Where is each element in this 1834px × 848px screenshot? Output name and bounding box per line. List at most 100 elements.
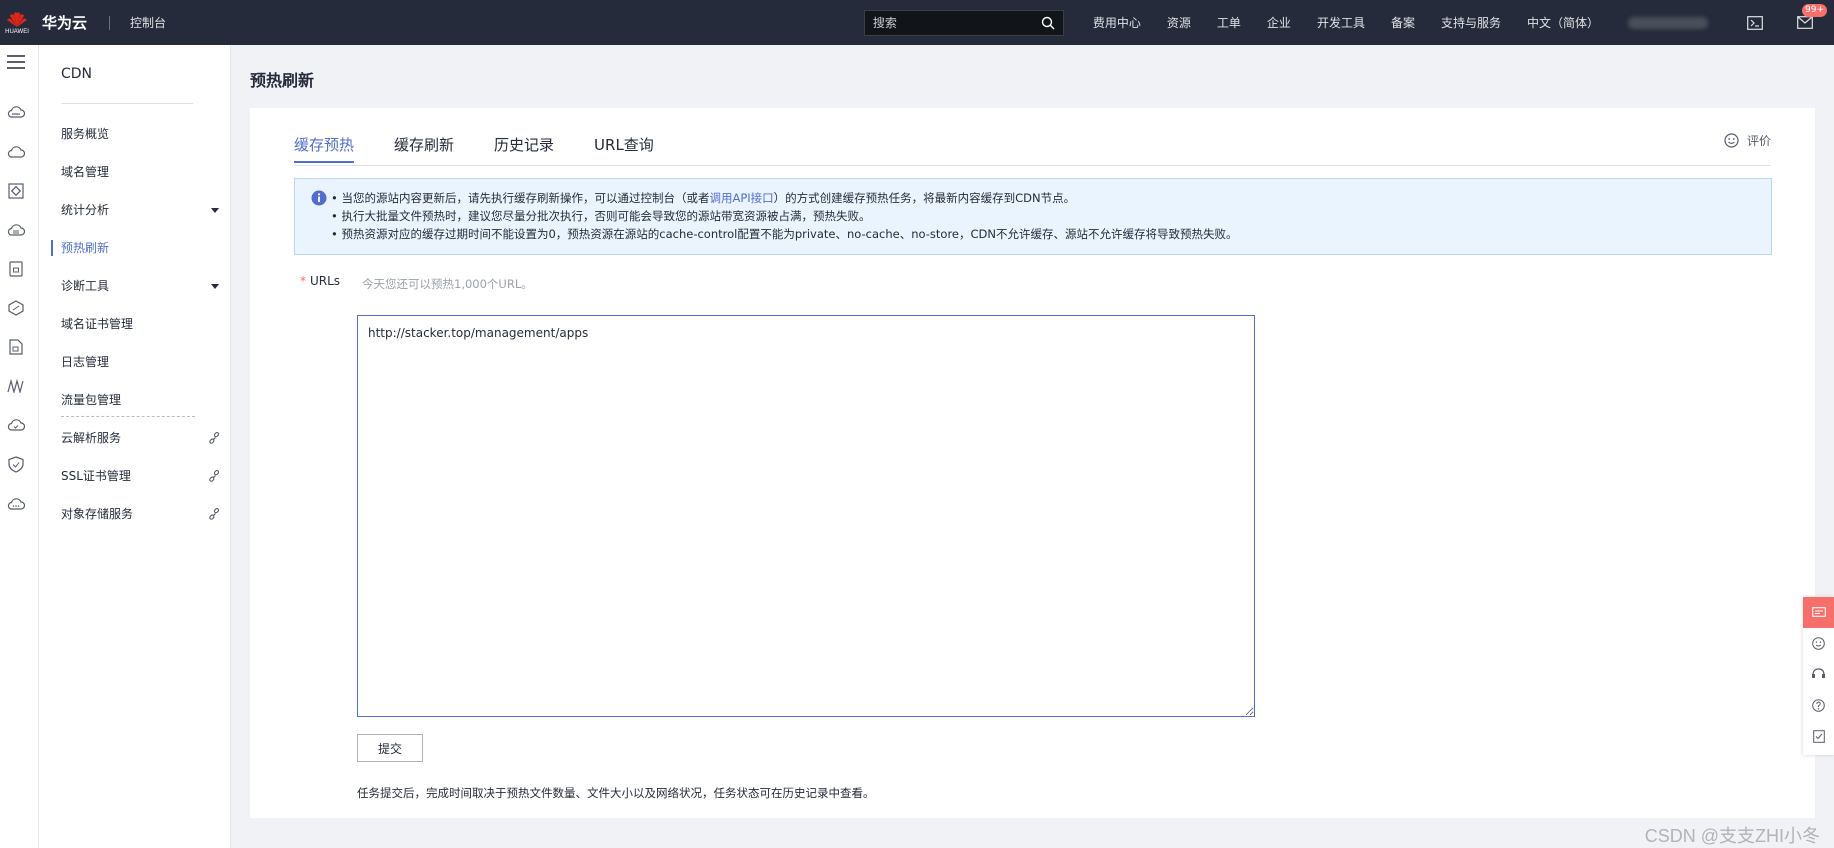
- page-title: 预热刷新: [250, 71, 315, 90]
- sidebar-item-dns[interactable]: 云解析服务: [61, 428, 221, 448]
- service-rail: [0, 45, 39, 848]
- divider: [61, 416, 195, 417]
- main-content: 预热刷新 缓存预热 缓存刷新 历史记录 URL查询 评价 当您的源站内容更新后，…: [231, 45, 1834, 848]
- sidebar-item-label: 日志管理: [61, 355, 110, 369]
- info-text: 当您的源站内容更新后，请先执行缓存刷新操作，可以通过控制台（或者: [341, 191, 710, 205]
- tab-cache-prefetch[interactable]: 缓存预热: [294, 134, 355, 163]
- nav-language[interactable]: 中文（简体）: [1527, 14, 1599, 31]
- sidebar-item-label: 统计分析: [61, 203, 110, 217]
- menu-icon[interactable]: [7, 53, 25, 71]
- customer-service-icon[interactable]: [1803, 659, 1834, 690]
- side-menu-title: CDN: [61, 66, 93, 82]
- sidebar-item-domain-certs[interactable]: 域名证书管理: [61, 314, 221, 334]
- sidebar-item-logs[interactable]: 日志管理: [61, 352, 221, 372]
- info-notice: 当您的源站内容更新后，请先执行缓存刷新操作，可以通过控制台（或者调用API接口）…: [294, 178, 1772, 255]
- nav-filing[interactable]: 备案: [1391, 14, 1415, 31]
- diamond-node-icon[interactable]: [7, 182, 25, 200]
- search-input[interactable]: [872, 15, 1023, 30]
- mail-badge: 99+: [1802, 3, 1827, 17]
- feedback-chat-icon[interactable]: [1803, 597, 1834, 628]
- caret-down-icon: [211, 207, 219, 213]
- cloud-icon[interactable]: [7, 103, 25, 121]
- document-lock-icon[interactable]: [7, 260, 25, 278]
- info-text: ）的方式创建缓存预热任务，将最新内容缓存到CDN节点。: [773, 191, 1076, 205]
- tab-bar: 缓存预热 缓存刷新 历史记录 URL查询: [294, 134, 694, 163]
- cloud-db-icon[interactable]: [7, 221, 25, 239]
- sidebar-item-label: 云解析服务: [61, 431, 122, 445]
- smiley-icon[interactable]: [1803, 628, 1834, 659]
- brand-name[interactable]: 华为云: [42, 12, 87, 33]
- submit-button[interactable]: 提交: [357, 734, 423, 762]
- sidebar-item-statistics[interactable]: 统计分析: [61, 200, 221, 220]
- external-link-icon: [209, 469, 220, 482]
- info-icon: [311, 190, 327, 206]
- logo-text: HUAWEI: [5, 29, 29, 35]
- cloud-check-icon[interactable]: [7, 416, 25, 434]
- nav-enterprise[interactable]: 企业: [1267, 14, 1291, 31]
- content-card: 缓存预热 缓存刷新 历史记录 URL查询 评价 当您的源站内容更新后，请先执行缓…: [250, 108, 1815, 818]
- sidebar-item-label: 流量包管理: [61, 393, 122, 407]
- help-icon[interactable]: [1803, 690, 1834, 721]
- sidebar-item-overview[interactable]: 服务概览: [61, 124, 221, 144]
- sidebar-item-label: 预热刷新: [61, 241, 110, 255]
- nav-tickets[interactable]: 工单: [1217, 14, 1241, 31]
- top-nav: 费用中心 资源 工单 企业 开发工具 备案 支持与服务 中文（简体）: [1080, 14, 1612, 31]
- rate-label: 评价: [1746, 134, 1771, 148]
- sidebar-item-label: 诊断工具: [61, 279, 110, 293]
- urls-label-text: URLs: [310, 274, 341, 288]
- urls-textarea[interactable]: [357, 315, 1255, 717]
- urls-quota-hint: 今天您还可以预热1,000个URL。: [362, 277, 533, 291]
- rate-button[interactable]: 评价: [1724, 132, 1771, 149]
- sidebar-item-label: 对象存储服务: [61, 507, 134, 521]
- sidebar-item-label: SSL证书管理: [61, 469, 131, 483]
- nav-support[interactable]: 支持与服务: [1441, 14, 1501, 31]
- divider: [61, 103, 193, 104]
- huawei-logo[interactable]: HUAWEI: [0, 0, 34, 45]
- side-menu: CDN 服务概览 域名管理 统计分析 预热刷新 诊断工具 域名证书管理 日志管理…: [39, 45, 231, 848]
- document-icon[interactable]: [7, 338, 25, 356]
- sidebar-item-prefetch-refresh[interactable]: 预热刷新: [61, 238, 221, 258]
- console-link[interactable]: 控制台: [130, 14, 166, 31]
- urls-label: * URLs: [300, 274, 340, 288]
- shield-icon[interactable]: [7, 455, 25, 473]
- sidebar-item-diagnostics[interactable]: 诊断工具: [61, 276, 221, 296]
- tab-url-query[interactable]: URL查询: [594, 134, 654, 163]
- external-link-icon: [209, 431, 220, 444]
- search-box[interactable]: [863, 9, 1064, 36]
- caret-down-icon: [211, 283, 219, 289]
- terminal-icon[interactable]: [1746, 14, 1764, 32]
- huawei-logo-icon: [7, 12, 27, 27]
- cloud-outline-icon[interactable]: [7, 143, 25, 161]
- top-bar: HUAWEI 华为云 控制台 费用中心 资源 工单 企业 开发工具 备案 支持与…: [0, 0, 1834, 45]
- info-line: 当您的源站内容更新后，请先执行缓存刷新操作，可以通过控制台（或者调用API接口）…: [331, 189, 1759, 207]
- external-link-icon: [209, 507, 220, 520]
- info-line: 执行大批量文件预热时，建议您尽量分批次执行，否则可能会导致您的源站带宽资源被占满…: [331, 207, 1759, 225]
- hexagon-icon[interactable]: [7, 299, 25, 317]
- api-link[interactable]: 调用API接口: [709, 191, 773, 205]
- sidebar-item-domains[interactable]: 域名管理: [61, 162, 221, 182]
- sidebar-item-label: 域名管理: [61, 165, 110, 179]
- sidebar-item-label: 服务概览: [61, 127, 110, 141]
- sidebar-item-obs[interactable]: 对象存储服务: [61, 504, 221, 524]
- required-mark: *: [300, 274, 306, 288]
- search-icon[interactable]: [1041, 16, 1055, 30]
- cloud-dots-icon[interactable]: [7, 495, 25, 513]
- mail-icon[interactable]: 99+: [1796, 3, 1827, 32]
- sidebar-item-traffic-packages[interactable]: 流量包管理: [61, 390, 221, 410]
- sidebar-item-label: 域名证书管理: [61, 317, 134, 331]
- tab-divider: [294, 165, 1771, 166]
- watermark: CSDN @支支ZHI小冬: [1644, 826, 1820, 846]
- sidebar-item-ssl-certs[interactable]: SSL证书管理: [61, 466, 221, 486]
- info-line: 预热资源对应的缓存过期时间不能设置为0，预热资源在源站的cache-contro…: [331, 225, 1759, 243]
- nav-resources[interactable]: 资源: [1167, 14, 1191, 31]
- nav-billing[interactable]: 费用中心: [1093, 14, 1141, 31]
- user-account[interactable]: [1628, 16, 1708, 29]
- floating-toolbar: [1803, 597, 1834, 755]
- checklist-icon[interactable]: [1803, 721, 1834, 752]
- tab-cache-refresh[interactable]: 缓存刷新: [394, 134, 454, 163]
- smiley-icon: [1724, 133, 1739, 148]
- divider: [109, 15, 111, 30]
- tab-history[interactable]: 历史记录: [494, 134, 554, 163]
- waveform-icon[interactable]: [7, 377, 25, 395]
- nav-dev-tools[interactable]: 开发工具: [1317, 14, 1365, 31]
